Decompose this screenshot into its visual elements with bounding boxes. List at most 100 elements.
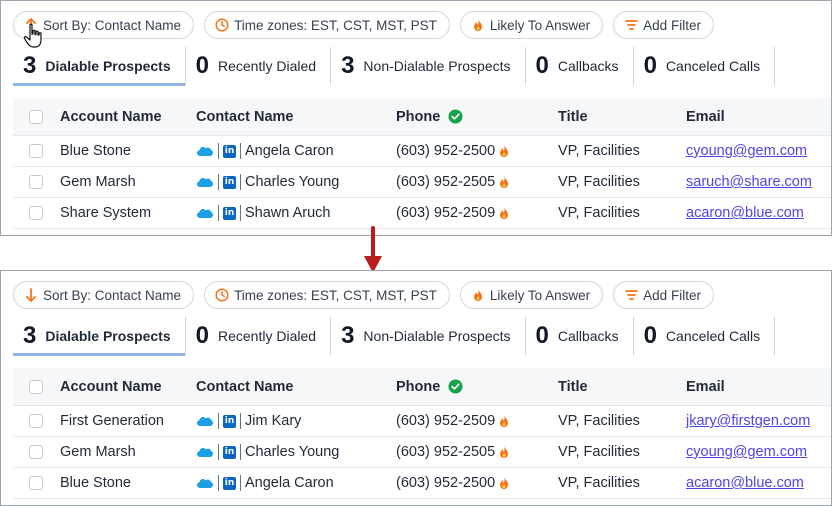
row-checkbox[interactable] — [29, 476, 43, 490]
add-filter-chip[interactable]: Add Filter — [613, 281, 714, 309]
row-checkbox[interactable] — [29, 445, 43, 459]
phone-number[interactable]: (603) 952-2509 — [396, 205, 495, 221]
salesforce-icon[interactable] — [196, 207, 214, 219]
phone-number[interactable]: (603) 952-2509 — [396, 413, 495, 429]
table-header: Account Name Contact Name Phone Title Em… — [13, 98, 831, 136]
contact-name[interactable]: Jim Kary — [245, 413, 301, 429]
row-checkbox[interactable] — [29, 206, 43, 220]
tab-non-dialable-prospects[interactable]: 3 Non-Dialable Prospects — [331, 317, 526, 355]
email-cell: cyoung@gem.com — [686, 143, 807, 159]
timezones-chip[interactable]: Time zones: EST, CST, MST, PST — [204, 281, 450, 309]
contact-name[interactable]: Angela Caron — [245, 143, 334, 159]
tab-count: 0 — [195, 52, 209, 79]
filter-icon — [624, 288, 638, 302]
salesforce-icon[interactable] — [196, 477, 214, 489]
tab-dialable-prospects[interactable]: 3 Dialable Prospects — [13, 317, 186, 356]
table-row[interactable]: Share System in Shawn Aruch (603) 952-2509 V… — [13, 198, 831, 229]
linkedin-icon[interactable]: in — [223, 414, 236, 428]
phone-number[interactable]: (603) 952-2500 — [396, 475, 495, 491]
salesforce-icon[interactable] — [196, 415, 214, 427]
tab-canceled-calls[interactable]: 0 Canceled Calls — [634, 317, 776, 355]
salesforce-icon[interactable] — [196, 446, 214, 458]
likely-to-answer-chip[interactable]: Likely To Answer — [459, 11, 604, 39]
clock-icon — [215, 288, 229, 302]
select-all-checkbox[interactable] — [29, 109, 43, 124]
transition-arrow-icon — [364, 226, 382, 273]
email-link[interactable]: jkary@firstgen.com — [686, 413, 810, 429]
tab-callbacks[interactable]: 0 Callbacks — [526, 317, 634, 355]
phone-number[interactable]: (603) 952-2500 — [396, 143, 495, 159]
email-link[interactable]: acaron@blue.com — [686, 205, 804, 221]
column-contact-name[interactable]: Contact Name — [196, 379, 294, 395]
email-cell: cyoung@gem.com — [686, 444, 807, 460]
column-title[interactable]: Title — [558, 109, 588, 125]
linkedin-icon[interactable]: in — [223, 175, 236, 189]
contact-name[interactable]: Shawn Aruch — [245, 205, 330, 221]
contact-cell: in Angela Caron — [196, 143, 334, 159]
email-link[interactable]: cyoung@gem.com — [686, 444, 807, 460]
linkedin-icon[interactable]: in — [223, 445, 236, 459]
phone-number[interactable]: (603) 952-2505 — [396, 174, 495, 190]
tab-count: 0 — [643, 322, 657, 349]
flame-icon — [498, 144, 510, 158]
salesforce-icon[interactable] — [196, 176, 214, 188]
column-contact-name[interactable]: Contact Name — [196, 109, 294, 125]
sort-label: Sort By: Contact Name — [43, 17, 182, 33]
add-filter-chip[interactable]: Add Filter — [613, 11, 714, 39]
column-title[interactable]: Title — [558, 379, 588, 395]
select-all-checkbox[interactable] — [29, 379, 43, 394]
email-link[interactable]: saruch@share.com — [686, 174, 812, 190]
linkedin-icon[interactable]: in — [223, 206, 236, 220]
tab-non-dialable-prospects[interactable]: 3 Non-Dialable Prospects — [331, 47, 526, 85]
divider — [218, 205, 219, 221]
contact-name[interactable]: Angela Caron — [245, 475, 334, 491]
email-cell: acaron@blue.com — [686, 205, 804, 221]
table-row[interactable]: Blue Stone in Angela Caron (603) 952-2500 VP… — [13, 136, 831, 167]
email-cell: saruch@share.com — [686, 174, 812, 190]
tab-canceled-calls[interactable]: 0 Canceled Calls — [634, 47, 776, 85]
row-checkbox[interactable] — [29, 175, 43, 189]
linkedin-icon[interactable]: in — [223, 144, 236, 158]
contact-name[interactable]: Charles Young — [245, 444, 339, 460]
tab-label: Callbacks — [557, 328, 619, 344]
table-row[interactable]: Gem Marsh in Charles Young (603) 952-2505 VP… — [13, 437, 831, 468]
contact-cell: in Shawn Aruch — [196, 205, 330, 221]
column-phone[interactable]: Phone — [396, 109, 463, 125]
column-email[interactable]: Email — [686, 109, 725, 125]
tab-label: Canceled Calls — [665, 58, 761, 74]
phone-number[interactable]: (603) 952-2505 — [396, 444, 495, 460]
timezones-chip[interactable]: Time zones: EST, CST, MST, PST — [204, 11, 450, 39]
row-checkbox[interactable] — [29, 144, 43, 158]
column-account-name[interactable]: Account Name — [60, 379, 162, 395]
salesforce-icon[interactable] — [196, 145, 214, 157]
email-link[interactable]: acaron@blue.com — [686, 475, 804, 491]
sort-label: Sort By: Contact Name — [43, 287, 182, 303]
title-cell: VP, Facilities — [558, 475, 640, 491]
flame-icon — [498, 445, 510, 459]
tab-count: 0 — [643, 52, 657, 79]
row-checkbox[interactable] — [29, 414, 43, 428]
sort-chip[interactable]: Sort By: Contact Name — [13, 281, 195, 309]
column-email[interactable]: Email — [686, 379, 725, 395]
phone-cell: (603) 952-2509 — [396, 205, 510, 221]
column-account-name[interactable]: Account Name — [60, 109, 162, 125]
linkedin-icon[interactable]: in — [223, 476, 236, 490]
filter-icon — [624, 18, 638, 32]
tab-recently-dialed[interactable]: 0 Recently Dialed — [186, 47, 332, 85]
likely-to-answer-chip[interactable]: Likely To Answer — [459, 281, 604, 309]
column-phone[interactable]: Phone — [396, 379, 463, 395]
table-row[interactable]: Gem Marsh in Charles Young (603) 952-2505 VP… — [13, 167, 831, 198]
tab-recently-dialed[interactable]: 0 Recently Dialed — [186, 317, 332, 355]
email-link[interactable]: cyoung@gem.com — [686, 143, 807, 159]
tab-label: Recently Dialed — [218, 328, 317, 344]
contact-cell: in Charles Young — [196, 174, 339, 190]
contact-name[interactable]: Charles Young — [245, 174, 339, 190]
tab-label: Dialable Prospects — [45, 328, 171, 344]
prospects-table: Account Name Contact Name Phone Title Em… — [13, 98, 831, 229]
table-row[interactable]: Blue Stone in Angela Caron (603) 952-2500 VP… — [13, 468, 831, 499]
tab-callbacks[interactable]: 0 Callbacks — [526, 47, 634, 85]
tab-dialable-prospects[interactable]: 3 Dialable Prospects — [13, 47, 186, 86]
divider — [240, 143, 241, 159]
divider — [240, 413, 241, 429]
table-row[interactable]: First Generation in Jim Kary (603) 952-2509… — [13, 406, 831, 437]
